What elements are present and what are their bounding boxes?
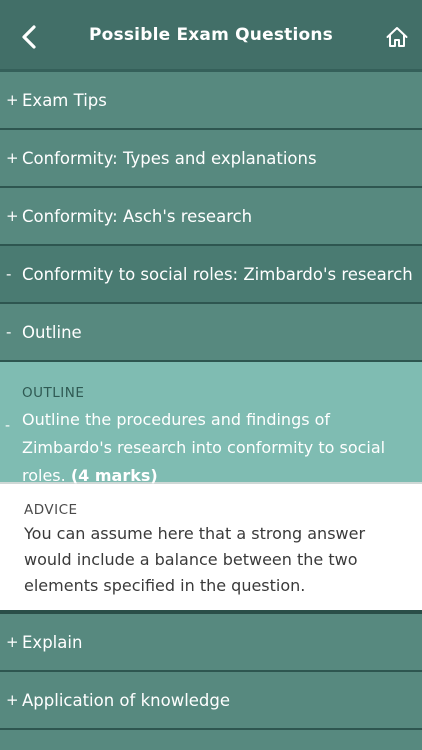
section-label: Conformity to social roles: Zimbardo's r… xyxy=(22,264,413,284)
advice-panel: ADVICE You can assume here that a strong… xyxy=(0,484,422,614)
collapse-toggle: - xyxy=(6,265,12,283)
section-label: Application of knowledge xyxy=(22,690,231,710)
section-label: Explain xyxy=(22,632,83,652)
question-text: Outline the procedures and findings of Z… xyxy=(22,406,412,490)
section-label: Conformity: Types and explanations xyxy=(22,148,317,168)
collapse-toggle: - xyxy=(5,418,11,434)
section-conformity-types[interactable]: + Conformity: Types and explanations xyxy=(0,130,422,188)
expand-toggle: + xyxy=(6,149,19,167)
page-title: Possible Exam Questions xyxy=(89,24,333,45)
chevron-left-icon xyxy=(22,25,36,49)
question-card[interactable]: OUTLINE - Outline the procedures and fin… xyxy=(0,362,422,485)
question-marks: (4 marks) xyxy=(70,466,158,485)
back-button[interactable] xyxy=(14,22,44,52)
section-label: Outline xyxy=(22,322,82,342)
section-zimbardo-research[interactable]: - Conformity to social roles: Zimbardo's… xyxy=(0,246,422,304)
next-row-partial xyxy=(0,730,422,750)
section-label: Conformity: Asch's research xyxy=(22,206,253,226)
question-kicker: OUTLINE xyxy=(22,385,85,401)
subsection-application-of-knowledge[interactable]: + Application of knowledge xyxy=(0,672,422,730)
expand-toggle: + xyxy=(6,633,19,651)
app-header: Possible Exam Questions xyxy=(0,0,422,72)
expand-toggle: + xyxy=(6,91,19,109)
advice-text: You can assume here that a strong answer… xyxy=(24,524,366,595)
home-icon xyxy=(386,27,408,47)
section-label: Exam Tips xyxy=(22,90,107,110)
advice-kicker: ADVICE xyxy=(24,502,78,518)
section-asch-research[interactable]: + Conformity: Asch's research xyxy=(0,188,422,246)
home-button[interactable] xyxy=(384,24,410,50)
subsection-outline[interactable]: - Outline xyxy=(0,304,422,362)
subsection-explain[interactable]: + Explain xyxy=(0,614,422,672)
expand-toggle: + xyxy=(6,691,19,709)
expand-toggle: + xyxy=(6,207,19,225)
collapse-toggle: - xyxy=(6,323,12,341)
section-exam-tips[interactable]: + Exam Tips xyxy=(0,72,422,130)
